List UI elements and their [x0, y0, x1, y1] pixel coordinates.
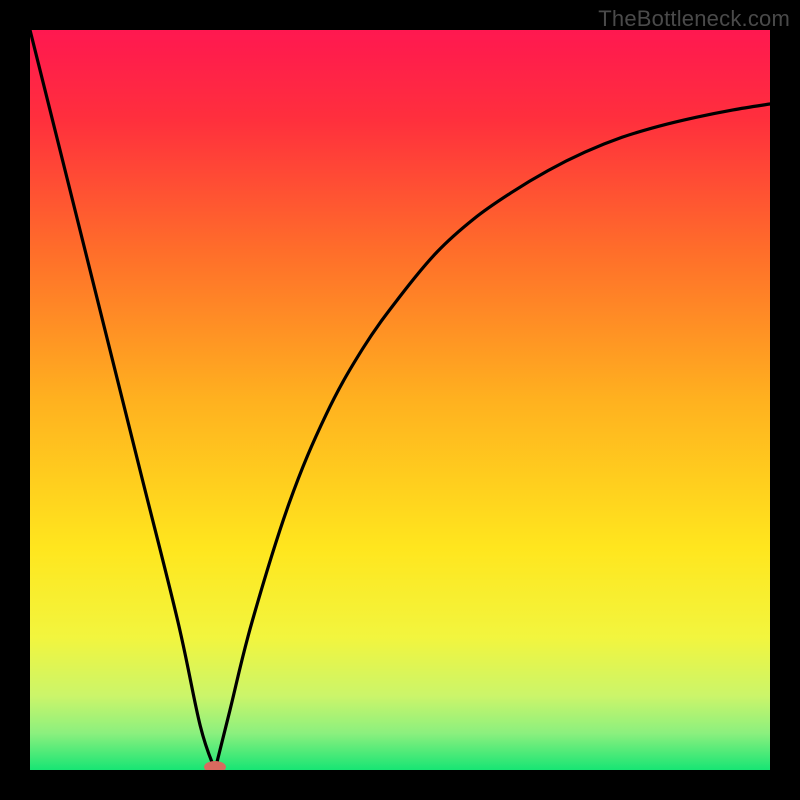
chart-plot — [30, 30, 770, 770]
watermark-text: TheBottleneck.com — [598, 6, 790, 32]
chart-background — [30, 30, 770, 770]
chart-frame: TheBottleneck.com — [0, 0, 800, 800]
